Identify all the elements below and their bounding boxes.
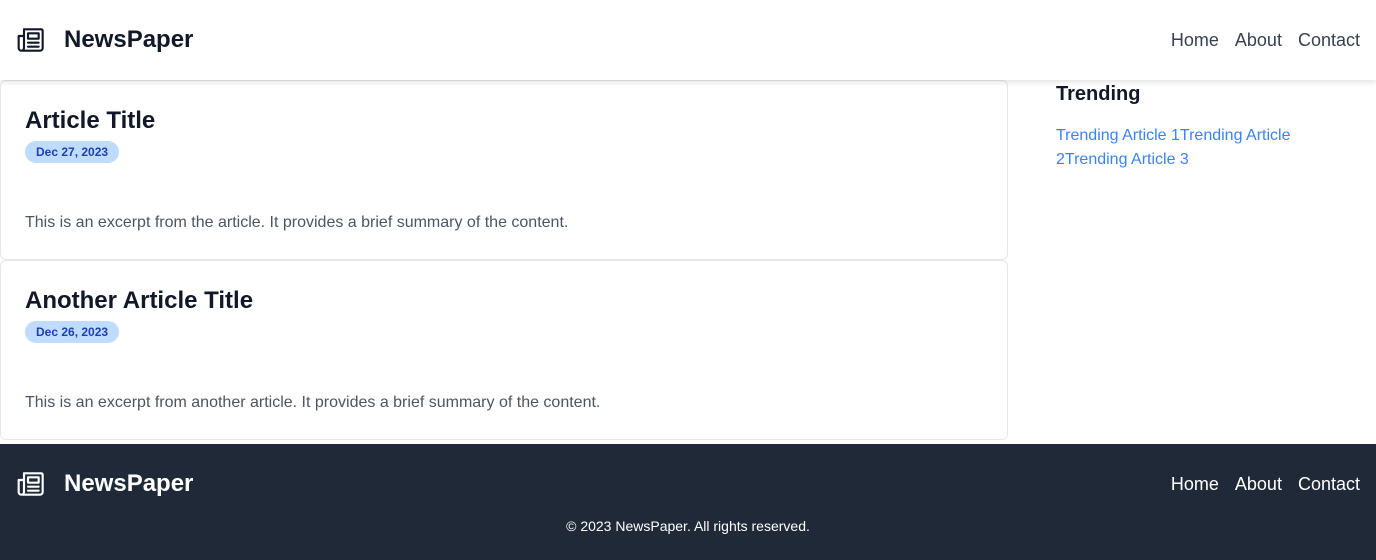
article-card: Another Article Title Dec 26, 2023 This …	[0, 260, 1008, 440]
newspaper-icon	[16, 468, 48, 500]
newspaper-icon	[16, 24, 48, 56]
footer-nav: Home About Contact	[1171, 472, 1360, 496]
site-footer: NewsPaper Home About Contact © 2023 News…	[0, 444, 1376, 560]
trending-sidebar: Trending Trending Article 1Trending Arti…	[1056, 80, 1356, 172]
trending-list: Trending Article 1Trending Article 2Tren…	[1056, 124, 1356, 172]
footer-about-link[interactable]: About	[1235, 472, 1282, 496]
article-title[interactable]: Another Article Title	[25, 285, 983, 317]
brand[interactable]: NewsPaper	[16, 24, 193, 56]
trending-link-1[interactable]: Trending Article 1	[1056, 127, 1180, 144]
article-card: Article Title Dec 27, 2023 This is an ex…	[0, 80, 1008, 260]
article-excerpt: This is an excerpt from another article.…	[25, 394, 601, 411]
footer-home-link[interactable]: Home	[1171, 472, 1219, 496]
article-title[interactable]: Article Title	[25, 105, 983, 137]
article-list: Article Title Dec 27, 2023 This is an ex…	[0, 80, 1008, 440]
brand-name: NewsPaper	[64, 26, 194, 53]
header-nav: Home About Contact	[1171, 28, 1360, 52]
date-badge: Dec 27, 2023	[25, 141, 120, 163]
footer-brand[interactable]: NewsPaper	[16, 468, 193, 500]
nav-about-link[interactable]: About	[1235, 28, 1282, 52]
trending-link-3[interactable]: Trending Article 3	[1065, 151, 1189, 168]
site-header: NewsPaper Home About Contact	[0, 0, 1376, 80]
date-badge: Dec 26, 2023	[25, 321, 120, 343]
footer-brand-name: NewsPaper	[64, 470, 194, 497]
article-excerpt: This is an excerpt from the article. It …	[25, 214, 569, 231]
nav-contact-link[interactable]: Contact	[1298, 28, 1360, 52]
trending-title: Trending	[1056, 83, 1141, 105]
nav-home-link[interactable]: Home	[1171, 28, 1219, 52]
footer-contact-link[interactable]: Contact	[1298, 472, 1360, 496]
copyright-text: © 2023 NewsPaper. All rights reserved.	[566, 518, 810, 534]
